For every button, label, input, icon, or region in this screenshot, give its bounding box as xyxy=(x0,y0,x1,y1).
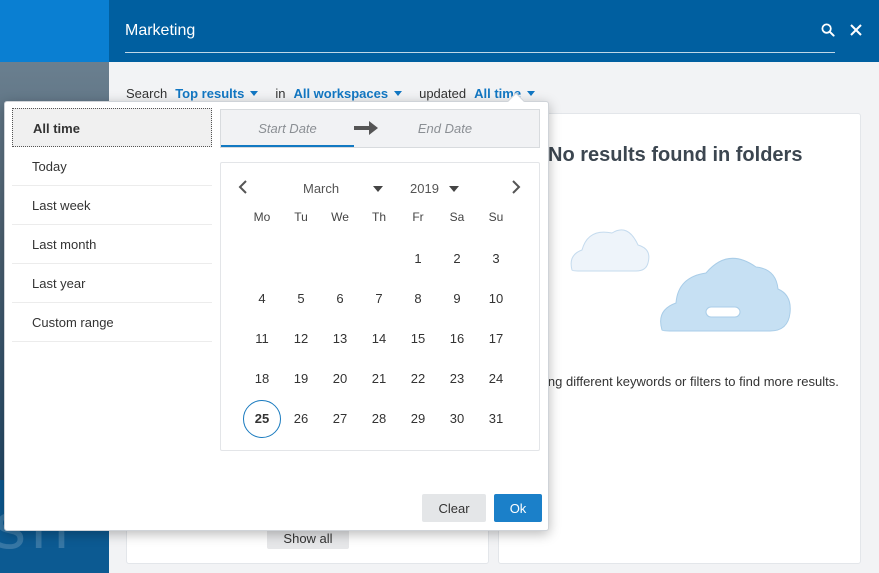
search-label: Search xyxy=(126,85,168,101)
calendar-day-today[interactable]: 25 xyxy=(243,400,281,438)
calendar-day[interactable]: 11 xyxy=(243,320,281,358)
range-item-today[interactable]: Today xyxy=(12,147,212,186)
month-select-value: March xyxy=(303,181,340,196)
empty-cloud-illustration xyxy=(570,229,791,332)
calendar-day[interactable]: 2 xyxy=(438,240,476,278)
range-item-last-week[interactable]: Last week xyxy=(12,186,212,225)
clear-button[interactable]: Clear xyxy=(422,494,486,522)
range-item-last-year[interactable]: Last year xyxy=(12,264,212,303)
range-item-last-month[interactable]: Last month xyxy=(12,225,212,264)
calendar-day[interactable]: 7 xyxy=(360,280,398,318)
calendar: March 2019 Mo Tu We Th Fr Sa Su 12345678… xyxy=(220,162,540,451)
month-select[interactable]: March xyxy=(303,181,384,196)
calendar-day[interactable]: 29 xyxy=(399,400,437,438)
calendar-day[interactable]: 12 xyxy=(282,320,320,358)
year-select[interactable]: 2019 xyxy=(410,181,459,196)
weekday-label: Su xyxy=(488,210,504,224)
calendar-day[interactable]: 22 xyxy=(399,360,437,398)
calendar-day[interactable]: 10 xyxy=(477,280,515,318)
calendar-day[interactable]: 28 xyxy=(360,400,398,438)
caret-down-icon xyxy=(250,90,259,96)
next-month-button[interactable] xyxy=(506,177,526,197)
in-label: in xyxy=(275,85,286,101)
calendar-day[interactable]: 26 xyxy=(282,400,320,438)
updated-label: updated xyxy=(419,85,467,101)
search-filter-bar: Search Top results in All workspaces upd… xyxy=(126,84,552,102)
start-date-input[interactable]: Start Date xyxy=(221,110,354,147)
calendar-day[interactable]: 3 xyxy=(477,240,515,278)
weekday-label: Fr xyxy=(412,210,424,224)
close-icon[interactable] xyxy=(846,20,866,40)
weekday-label: Mo xyxy=(253,210,271,224)
calendar-day[interactable]: 21 xyxy=(360,360,398,398)
calendar-day[interactable]: 14 xyxy=(360,320,398,358)
search-icon[interactable] xyxy=(818,20,838,40)
calendar-day[interactable]: 15 xyxy=(399,320,437,358)
date-range-inputs: Start Date End Date xyxy=(220,109,540,148)
calendar-day[interactable]: 5 xyxy=(282,280,320,318)
calendar-day[interactable]: 31 xyxy=(477,400,515,438)
caret-down-icon xyxy=(394,90,403,96)
calendar-day[interactable]: 6 xyxy=(321,280,359,318)
calendar-day[interactable]: 20 xyxy=(321,360,359,398)
weekday-label: Sa xyxy=(449,210,465,224)
end-date-input[interactable]: End Date xyxy=(391,110,499,147)
calendar-day[interactable]: 8 xyxy=(399,280,437,318)
weekday-label: Tu xyxy=(294,210,308,224)
year-select-value: 2019 xyxy=(410,181,439,196)
search-input[interactable] xyxy=(125,18,805,44)
calendar-day[interactable]: 18 xyxy=(243,360,281,398)
calendar-day[interactable]: 19 xyxy=(282,360,320,398)
time-dropdown[interactable]: All time xyxy=(474,86,536,101)
caret-down-icon xyxy=(527,90,536,96)
calendar-day[interactable]: 17 xyxy=(477,320,515,358)
calendar-day[interactable]: 1 xyxy=(399,240,437,278)
calendar-day[interactable]: 24 xyxy=(477,360,515,398)
calendar-day[interactable]: 30 xyxy=(438,400,476,438)
range-item-all-time[interactable]: All time xyxy=(12,108,212,147)
chevron-left-icon xyxy=(238,180,247,194)
scope-dropdown[interactable]: Top results xyxy=(175,85,259,101)
calendar-day[interactable]: 13 xyxy=(321,320,359,358)
weekday-label: Th xyxy=(371,210,386,224)
no-results-hint: ing different keywords or filters to fin… xyxy=(545,374,839,389)
scope-dropdown-value: Top results xyxy=(175,85,245,101)
calendar-day[interactable]: 4 xyxy=(243,280,281,318)
search-field xyxy=(125,18,835,53)
workspace-dropdown[interactable]: All workspaces xyxy=(293,85,403,101)
no-results-title: No results found in folders xyxy=(548,144,803,166)
calendar-day[interactable]: 9 xyxy=(438,280,476,318)
date-range-list: All time Today Last week Last month Last… xyxy=(12,108,212,342)
arrow-right-icon xyxy=(354,121,378,135)
calendar-day[interactable]: 27 xyxy=(321,400,359,438)
workspace-dropdown-value: All workspaces xyxy=(293,85,389,101)
ok-button[interactable]: Ok xyxy=(494,494,542,522)
calendar-day[interactable]: 23 xyxy=(438,360,476,398)
calendar-day[interactable]: 16 xyxy=(438,320,476,358)
caret-down-icon xyxy=(373,185,384,192)
weekday-label: We xyxy=(331,210,349,224)
chevron-right-icon xyxy=(512,180,521,194)
range-item-custom-range[interactable]: Custom range xyxy=(12,303,212,342)
previous-month-button[interactable] xyxy=(233,177,253,197)
search-header xyxy=(109,0,879,62)
app-sidebar-top xyxy=(0,0,109,62)
caret-down-icon xyxy=(448,185,459,192)
